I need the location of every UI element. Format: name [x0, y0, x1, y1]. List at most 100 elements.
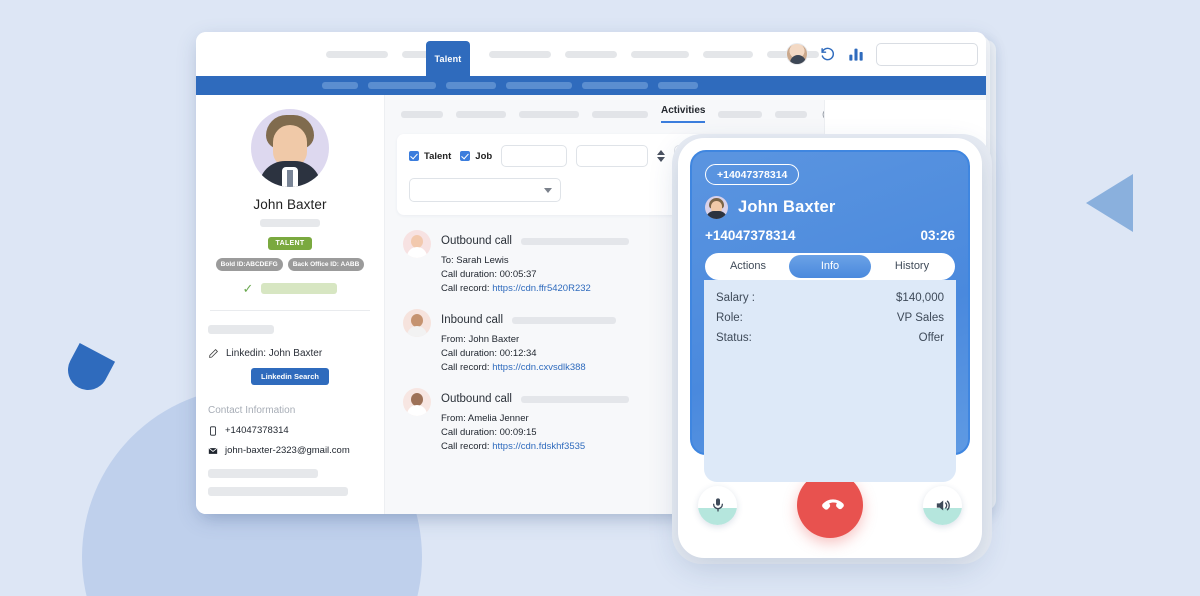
linkedin-search-button[interactable]: Linkedin Search: [251, 368, 329, 385]
activity-record-label: Call record:: [441, 283, 490, 294]
call-card: +14047378314 John Baxter +14047378314 03…: [690, 150, 970, 482]
activity-record-link[interactable]: https://cdn.ffr5420R232: [492, 283, 591, 294]
filter-select[interactable]: [409, 178, 561, 202]
caller-row: John Baxter: [705, 196, 955, 219]
info-value-role: VP Sales: [896, 312, 944, 324]
history-icon[interactable]: [820, 46, 836, 62]
activity-meta-placeholder: [520, 237, 629, 245]
info-row-salary: Salary : $140,000: [716, 292, 944, 304]
tab-activities[interactable]: Activities: [661, 105, 706, 123]
filter-input-a[interactable]: [501, 145, 568, 167]
profile-section-placeholder: [208, 325, 274, 334]
info-row-role: Role: VP Sales: [716, 312, 944, 324]
content-tab-placeholder-1[interactable]: [401, 110, 443, 118]
content-tab-placeholder-6[interactable]: [775, 110, 808, 118]
bold-id-badge: Bold ID:ABCDEFG: [215, 258, 283, 271]
profile-subtitle-placeholder: [260, 219, 320, 227]
call-number-badge: +14047378314: [705, 164, 800, 185]
call-number-timer-row: +14047378314 03:26: [705, 228, 955, 243]
content-tab-placeholder-5[interactable]: [718, 110, 763, 118]
verified-placeholder: [261, 283, 338, 294]
info-label-status: Status:: [716, 332, 752, 344]
back-office-id-badge: Back Office ID: AABB: [287, 258, 365, 271]
caller-avatar: [705, 196, 728, 219]
microphone-icon: [712, 498, 723, 512]
app-sub-navigation: [196, 76, 986, 95]
search-input[interactable]: [876, 42, 978, 66]
status-badge-talent: TALENT: [268, 237, 312, 250]
activity-record-link[interactable]: https://cdn.fdskhf3535: [492, 441, 585, 452]
activity-record-label: Call record:: [441, 362, 490, 373]
info-label-role: Role:: [716, 312, 743, 324]
stepper-control[interactable]: [657, 150, 666, 162]
checkbox-talent-label: Talent: [424, 150, 452, 162]
subnav-item-2[interactable]: [368, 82, 436, 89]
call-tabs: Actions Info History: [705, 253, 955, 280]
nav-placeholder-6[interactable]: [703, 50, 753, 58]
info-value-salary: $140,000: [896, 292, 944, 304]
activity-record-link[interactable]: https://cdn.cxvsdlk388: [492, 362, 585, 373]
profile-sidebar: John Baxter TALENT Bold ID:ABCDEFG Back …: [196, 95, 385, 514]
profile-name: John Baxter: [253, 197, 327, 212]
content-tab-placeholder-4[interactable]: [592, 110, 648, 118]
subnav-item-6[interactable]: [658, 82, 698, 89]
contact-placeholder-2: [208, 487, 348, 496]
activity-type: Inbound call: [441, 314, 504, 326]
speaker-icon: [936, 500, 950, 510]
mobile-phone-icon: [210, 425, 216, 436]
chevron-down-icon: [544, 187, 552, 193]
checkbox-job-label: Job: [475, 150, 493, 162]
nav-placeholder-4[interactable]: [565, 50, 617, 58]
contact-email-value: john-baxter-2323@gmail.com: [225, 445, 350, 456]
activity-meta-placeholder: [520, 395, 629, 403]
phone-call-widget: +14047378314 John Baxter +14047378314 03…: [678, 138, 982, 558]
caller-number: +14047378314: [705, 228, 796, 243]
contact-phone-value: +14047378314: [225, 425, 289, 436]
checkbox-talent[interactable]: [409, 151, 419, 161]
profile-photo: [251, 109, 329, 187]
hangup-icon: [822, 499, 844, 510]
contact-placeholder-1: [208, 469, 318, 478]
filter-input-b[interactable]: [576, 145, 649, 167]
tab-history[interactable]: History: [871, 255, 953, 278]
caller-name: John Baxter: [738, 198, 836, 216]
app-top-navigation: Talent: [196, 32, 986, 76]
nav-placeholder-1[interactable]: [326, 50, 388, 58]
linkedin-label: Linkedin: John Baxter: [226, 348, 323, 359]
background-halfmoon-decoration: [60, 342, 116, 398]
content-tab-placeholder-3[interactable]: [519, 110, 579, 118]
nav-placeholder-5[interactable]: [631, 50, 689, 58]
tab-talent[interactable]: Talent: [426, 41, 470, 76]
background-triangle-decoration: [1086, 174, 1133, 232]
subnav-item-5[interactable]: [582, 82, 648, 89]
profile-id-badges: Bold ID:ABCDEFG Back Office ID: AABB: [208, 258, 372, 271]
contact-phone-row[interactable]: +14047378314: [208, 425, 372, 436]
nav-placeholder-3[interactable]: [489, 50, 551, 58]
linkedin-row[interactable]: Linkedin: John Baxter: [208, 348, 372, 359]
content-tab-placeholder-2[interactable]: [456, 110, 506, 118]
activity-type: Outbound call: [441, 235, 512, 247]
call-timer: 03:26: [920, 228, 955, 243]
checkbox-job[interactable]: [460, 151, 471, 161]
speaker-button[interactable]: [923, 485, 962, 525]
subnav-item-4[interactable]: [506, 82, 572, 89]
bar-chart-icon[interactable]: [848, 46, 864, 62]
info-value-status: Offer: [918, 332, 944, 344]
info-row-status: Status: Offer: [716, 332, 944, 344]
top-bar-actions: [786, 32, 978, 76]
avatar: [403, 309, 431, 337]
avatar: [403, 388, 431, 416]
contact-email-row[interactable]: john-baxter-2323@gmail.com: [208, 445, 372, 456]
check-icon: ✓: [242, 281, 254, 296]
subnav-item-3[interactable]: [446, 82, 496, 89]
tab-info[interactable]: Info: [789, 255, 871, 278]
pencil-icon[interactable]: [208, 348, 219, 359]
activity-record-label: Call record:: [441, 441, 490, 452]
info-label-salary: Salary :: [716, 292, 755, 304]
tab-actions[interactable]: Actions: [707, 255, 789, 278]
envelope-icon: [208, 447, 218, 454]
call-info-pane: Salary : $140,000 Role: VP Sales Status:…: [704, 280, 956, 482]
user-avatar[interactable]: [786, 43, 808, 65]
subnav-item-1[interactable]: [322, 82, 358, 89]
mute-button[interactable]: [698, 485, 737, 525]
